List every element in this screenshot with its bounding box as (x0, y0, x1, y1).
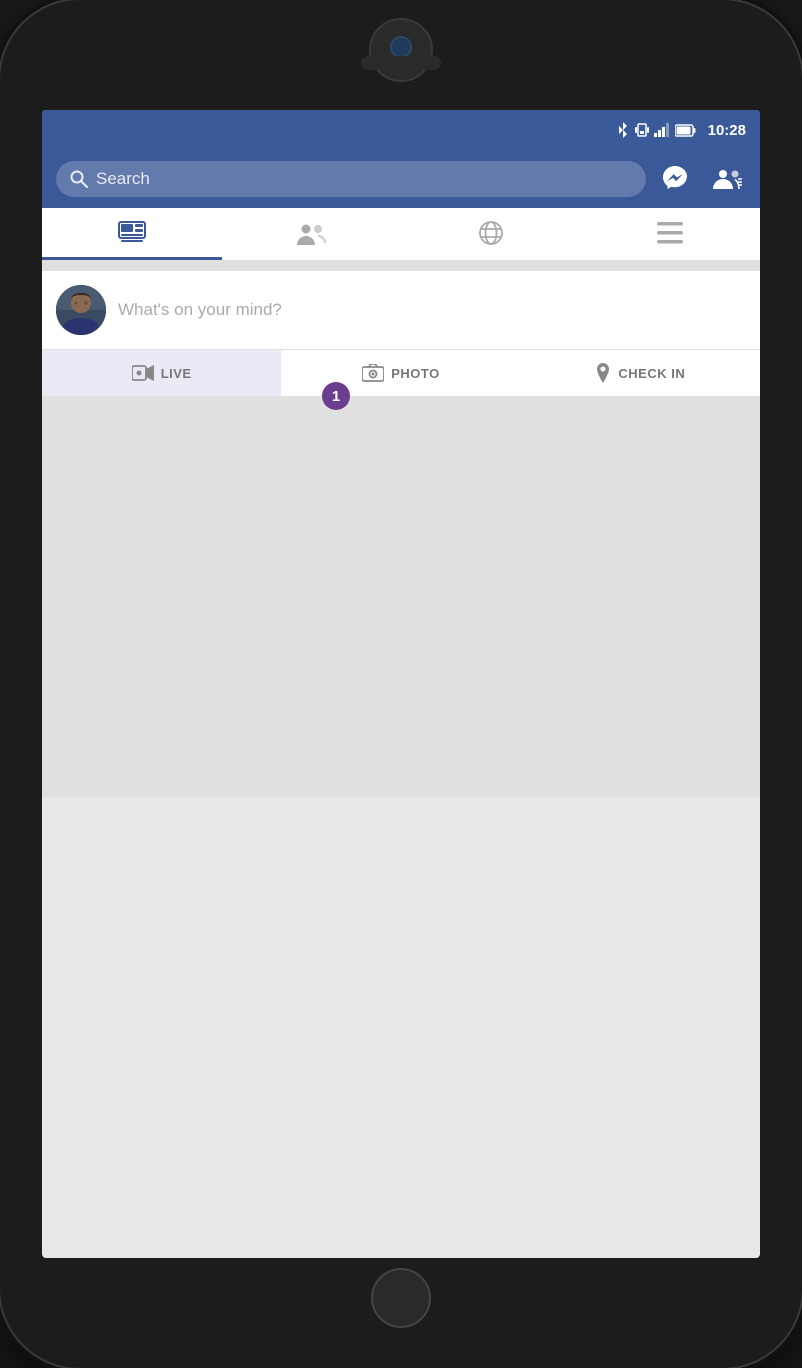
status-time: 10:28 (708, 122, 746, 139)
avatar-svg (56, 285, 106, 335)
newsfeed-icon (118, 221, 146, 245)
photo-button[interactable]: PHOTO (281, 350, 520, 396)
live-button[interactable]: LIVE (42, 350, 281, 396)
signal-icon (654, 123, 670, 137)
menu-icon (657, 222, 683, 244)
section-divider (42, 261, 760, 271)
search-placeholder-text: Search (96, 169, 150, 189)
user-avatar (56, 285, 106, 335)
phone-frame: 10:28 Search (0, 0, 802, 1368)
friends-icon (295, 220, 327, 246)
tab-friends[interactable] (222, 208, 402, 260)
battery-icon (675, 124, 697, 137)
globe-icon (477, 219, 505, 247)
header-icons (656, 160, 746, 198)
tab-globe[interactable] (401, 208, 581, 260)
checkin-label: CHECK IN (618, 366, 685, 381)
checkin-button[interactable]: CHECK IN (521, 350, 760, 396)
search-bar[interactable]: Search (56, 161, 646, 197)
camera-icon (362, 364, 384, 382)
messenger-button[interactable] (656, 160, 694, 198)
status-icons: 10:28 (616, 122, 746, 139)
avatar-image (56, 285, 106, 335)
compose-placeholder[interactable]: What's on your mind? (118, 300, 746, 320)
screen: 10:28 Search (42, 110, 760, 1258)
facebook-header: Search (42, 150, 760, 208)
nav-tabs (42, 208, 760, 261)
notification-badge: 1 (322, 382, 350, 410)
phone-camera (390, 36, 412, 58)
action-buttons-row: LIVE PHOTO CHECK IN 1 (42, 350, 760, 397)
status-bar: 10:28 (42, 110, 760, 150)
feed-area (42, 397, 760, 797)
photo-label: PHOTO (391, 366, 440, 381)
messenger-icon (659, 163, 691, 195)
tab-menu[interactable] (581, 208, 761, 260)
home-button[interactable] (371, 1268, 431, 1328)
bluetooth-icon (616, 122, 630, 138)
live-label: LIVE (161, 366, 192, 381)
compose-area: What's on your mind? (42, 271, 760, 350)
search-icon (70, 170, 88, 188)
live-video-icon (132, 364, 154, 382)
tab-news-feed[interactable] (42, 208, 222, 260)
location-pin-icon (595, 363, 611, 383)
vibrate-icon (635, 122, 649, 138)
friend-requests-button[interactable] (708, 160, 746, 198)
people-icon (711, 163, 743, 195)
phone-speaker (361, 56, 441, 70)
